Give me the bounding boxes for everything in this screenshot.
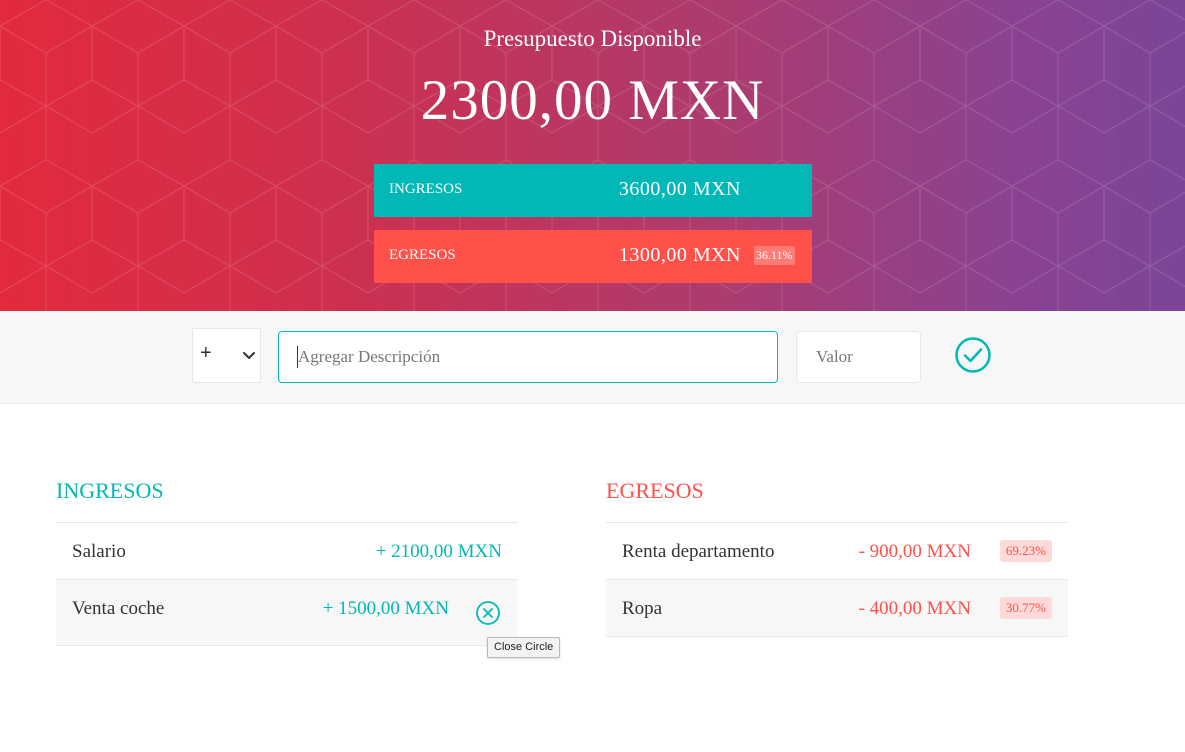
description-input[interactable]: [278, 331, 778, 383]
income-list: INGRESOS Salario + 2100,00 MXN Venta coc…: [56, 478, 518, 646]
close-circle-icon: [476, 601, 500, 625]
expense-item-percentage: 69.23%: [999, 540, 1052, 562]
budget-title: Presupuesto Disponible: [483, 26, 702, 51]
add-entry-button[interactable]: [954, 336, 992, 374]
income-item-description: Venta coche: [72, 598, 165, 619]
expense-item-description: Ropa: [622, 598, 663, 619]
income-item: Venta coche + 1500,00 MXN: [56, 580, 518, 646]
type-select[interactable]: +: [192, 328, 261, 383]
income-summary: INGRESOS 3600,00 MXN: [374, 164, 812, 217]
available-budget-value: 2300,00 MXN: [420, 69, 765, 132]
delete-item-button[interactable]: [475, 600, 501, 626]
expense-list: EGRESOS Renta departamento - 900,00 MXN …: [606, 478, 1068, 637]
expense-item-percentage: 30.77%: [999, 597, 1052, 619]
chevron-down-icon: [243, 352, 255, 359]
income-summary-value: 3600,00 MXN: [618, 178, 741, 200]
expense-summary-value: 1300,00 MXN: [618, 244, 741, 266]
type-select-value: +: [200, 342, 212, 364]
budget-header: Presupuesto Disponible 2300,00 MXN INGRE…: [0, 0, 1185, 311]
text-caret: [297, 346, 298, 368]
income-item-amount: + 1500,00 MXN: [322, 598, 449, 619]
income-item-description: Salario: [72, 541, 126, 562]
expense-item-amount: - 900,00 MXN: [858, 541, 971, 562]
income-summary-label: INGRESOS: [389, 181, 463, 197]
income-list-title: INGRESOS: [56, 478, 518, 523]
income-item-amount: + 2100,00 MXN: [375, 541, 502, 562]
expense-list-title: EGRESOS: [606, 478, 1068, 523]
expense-item-description: Renta departamento: [622, 541, 775, 562]
value-input[interactable]: [796, 331, 921, 383]
expense-percentage-badge: 36.11%: [754, 246, 795, 265]
income-item: Salario + 2100,00 MXN: [56, 523, 518, 580]
expense-summary-label: EGRESOS: [389, 247, 456, 263]
expense-item-amount: - 400,00 MXN: [858, 598, 971, 619]
tooltip: Close Circle: [487, 637, 561, 658]
expense-item: Ropa - 400,00 MXN 30.77%: [606, 580, 1068, 637]
add-entry-bar: +: [0, 311, 1185, 404]
expense-summary: EGRESOS 1300,00 MXN 36.11%: [374, 230, 812, 283]
checkmark-circle-icon: [955, 337, 991, 373]
expense-item: Renta departamento - 900,00 MXN 69.23%: [606, 523, 1068, 580]
